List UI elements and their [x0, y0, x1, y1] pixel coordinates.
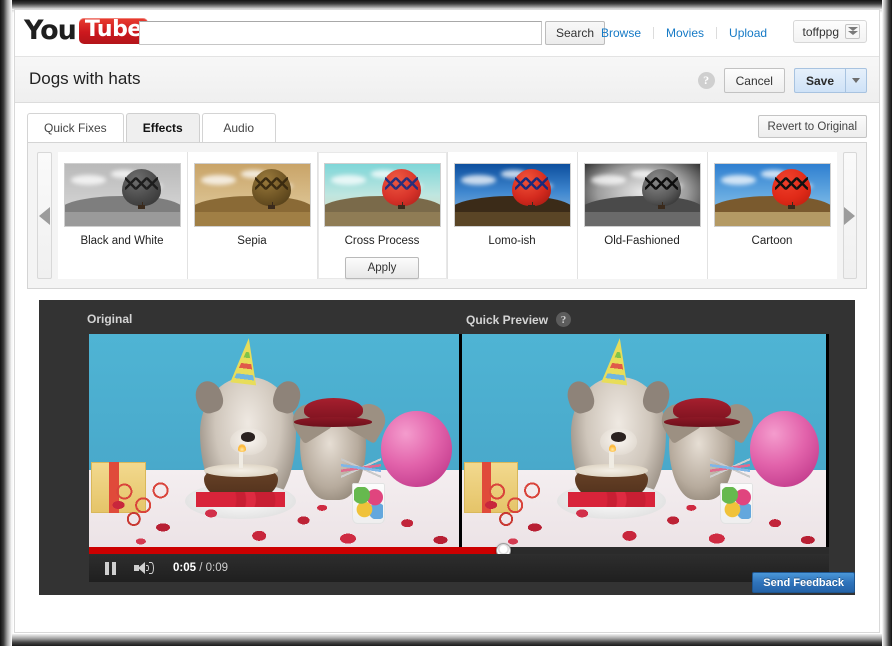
youtube-video-editor-page: You Tube Search Browse Movies Upload tof… — [14, 9, 880, 633]
effect-cell-black-and-white[interactable]: Black and White — [57, 152, 188, 279]
quick-preview-label: Quick Preview — [466, 312, 549, 327]
logo-you-text: You — [24, 15, 77, 46]
scan-edge-right — [882, 0, 892, 646]
logo-tube-text: Tube — [78, 17, 148, 44]
editor-tabs: Quick Fixes Effects Audio Revert to Orig… — [27, 113, 867, 143]
confetti — [462, 476, 826, 547]
video-progress-bar[interactable] — [89, 543, 829, 558]
candle — [609, 451, 614, 469]
quick-preview-video-pane[interactable] — [459, 334, 826, 547]
youtube-logo[interactable]: You Tube — [24, 17, 148, 44]
tab-effects[interactable]: Effects — [125, 113, 200, 142]
effect-thumbnail — [453, 163, 571, 227]
effect-cell-old-fashioned[interactable]: Old-Fashioned — [577, 152, 708, 279]
send-feedback-button[interactable]: Send Feedback — [752, 572, 855, 593]
effect-cell-cross-process[interactable]: Cross Process Apply — [317, 152, 448, 279]
effect-label: Lomo-ish — [488, 235, 536, 247]
progress-played — [89, 547, 504, 554]
tab-audio[interactable]: Audio — [201, 113, 276, 142]
account-menu-button[interactable]: toffppg — [792, 20, 867, 43]
cowboy-hat-brim — [664, 417, 741, 427]
search-button[interactable]: Search — [545, 21, 606, 45]
chevron-down-icon — [852, 78, 860, 83]
effect-cell-cartoon[interactable]: Cartoon — [707, 152, 837, 279]
tab-quick-fixes[interactable]: Quick Fixes — [27, 113, 124, 142]
nav-divider — [716, 27, 718, 39]
nav-link-browse[interactable]: Browse — [599, 26, 643, 40]
nav-link-movies[interactable]: Movies — [664, 26, 706, 40]
save-button[interactable]: Save — [793, 68, 845, 93]
original-video-pane[interactable] — [89, 334, 459, 547]
save-dropdown-button[interactable] — [845, 68, 867, 93]
effect-thumbnail — [193, 163, 311, 227]
chevron-down-icon — [845, 24, 860, 39]
page-title: Dogs with hats — [29, 69, 141, 88]
effect-thumbnail — [583, 163, 701, 227]
effects-carousel: Black and White Sepia Cross Process Apply Lo… — [27, 143, 867, 289]
carousel-prev-button[interactable] — [37, 152, 52, 279]
quick-preview-help-icon[interactable]: ? — [556, 312, 572, 327]
video-panes — [89, 334, 829, 547]
search-input[interactable] — [139, 21, 542, 45]
confetti — [89, 476, 459, 547]
candle-flame — [238, 443, 246, 453]
cancel-button[interactable]: Cancel — [723, 68, 785, 93]
triangle-left-icon — [38, 206, 50, 225]
video-frame-original — [89, 334, 459, 547]
nav-divider — [653, 27, 655, 39]
masthead: You Tube Search Browse Movies Upload tof… — [15, 10, 879, 57]
save-split-button: Save — [793, 68, 867, 93]
effect-label: Old-Fashioned — [604, 235, 680, 247]
candle — [238, 451, 244, 469]
effect-thumbnail — [323, 163, 441, 227]
preview-stage: Original Quick Preview ? 0:05 / 0:09 Sen… — [39, 300, 855, 595]
candle-flame — [608, 443, 616, 453]
editor-body: Quick Fixes Effects Audio Revert to Orig… — [15, 103, 879, 595]
effect-label: Sepia — [237, 235, 267, 247]
video-frame-preview — [462, 334, 826, 547]
feedback-row: Send Feedback — [39, 569, 855, 595]
original-label: Original — [87, 312, 133, 326]
editor-titlebar: Dogs with hats ? Cancel Save — [15, 57, 879, 103]
quick-preview-label-group: Quick Preview ? — [466, 312, 572, 327]
dog-nose — [611, 431, 626, 442]
effect-label: Cartoon — [751, 235, 793, 247]
carousel-next-button[interactable] — [842, 152, 857, 279]
help-icon[interactable]: ? — [697, 72, 715, 89]
titlebar-actions: ? Cancel Save — [697, 68, 867, 93]
scan-edge-left — [0, 0, 12, 646]
video-preview-area: 0:05 / 0:09 — [89, 334, 829, 582]
revert-to-original-button[interactable]: Revert to Original — [757, 115, 867, 138]
effect-thumbnail — [63, 163, 181, 227]
effects-track: Black and White Sepia Cross Process Apply Lo… — [57, 152, 837, 279]
effect-cell-sepia[interactable]: Sepia — [187, 152, 318, 279]
triangle-right-icon — [844, 206, 856, 225]
apply-effect-button[interactable]: Apply — [344, 257, 420, 279]
effect-label: Cross Process — [344, 235, 420, 247]
effect-thumbnail — [713, 163, 831, 227]
effect-label: Black and White — [80, 235, 164, 247]
effect-cell-lomo-ish[interactable]: Lomo-ish — [447, 152, 578, 279]
dog-nose — [240, 431, 256, 442]
nav-link-upload[interactable]: Upload — [727, 26, 769, 40]
stage-labels: Original Quick Preview ? — [39, 312, 855, 334]
username-label: toffppg — [802, 24, 839, 39]
cowboy-hat-brim — [294, 417, 373, 427]
primary-nav: Browse Movies Upload — [599, 26, 769, 40]
scan-edge-bottom — [0, 634, 892, 646]
